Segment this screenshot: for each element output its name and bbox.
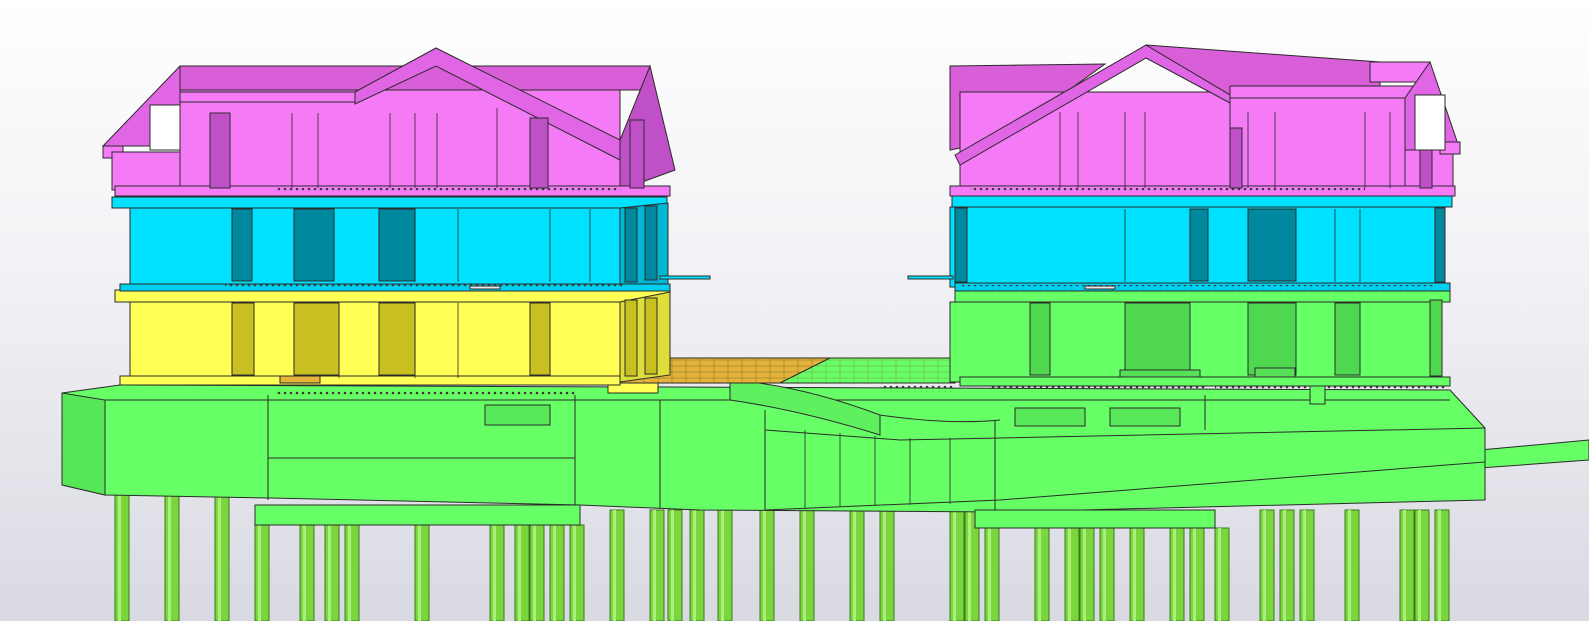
pile-29 xyxy=(1099,527,1115,621)
pile-highlight xyxy=(1083,528,1086,621)
pile-4 xyxy=(254,524,270,621)
pile-highlight xyxy=(1348,510,1351,621)
pile-highlight xyxy=(1283,510,1286,621)
pile-22 xyxy=(879,509,895,621)
pile-31 xyxy=(1169,527,1185,621)
pile-32 xyxy=(1189,527,1205,621)
pile-highlight xyxy=(553,525,556,621)
pile-highlight xyxy=(303,525,306,621)
pile-highlight xyxy=(1218,528,1221,621)
pile-highlight xyxy=(1418,510,1421,621)
right-upper-level[interactable] xyxy=(907,195,1453,292)
pile-highlight xyxy=(763,510,766,621)
pile-6 xyxy=(324,524,340,621)
pile-11 xyxy=(529,524,545,621)
pile-1 xyxy=(114,494,130,621)
pile-28 xyxy=(1079,527,1095,621)
pile-highlight xyxy=(518,525,521,621)
pile-highlight xyxy=(853,510,856,621)
pile-highlight xyxy=(328,525,331,621)
pile-highlight xyxy=(1068,528,1071,621)
pile-highlight xyxy=(693,510,696,621)
pile-highlight xyxy=(348,525,351,621)
pile-highlight xyxy=(1193,528,1196,621)
pile-2 xyxy=(164,494,180,621)
pile-30 xyxy=(1129,527,1145,621)
pile-highlight xyxy=(671,510,674,621)
pile-highlight xyxy=(258,525,261,621)
pile-highlight xyxy=(1038,528,1041,621)
pile-16 xyxy=(667,509,683,621)
pile-highlight xyxy=(1103,528,1106,621)
left-ground-level[interactable] xyxy=(114,289,671,386)
pile-highlight xyxy=(533,525,536,621)
right-building[interactable] xyxy=(907,44,1461,405)
pile-15 xyxy=(649,509,665,621)
pile-34 xyxy=(1259,509,1275,621)
pile-highlight xyxy=(1133,528,1136,621)
pile-highlight xyxy=(1173,528,1176,621)
pile-26 xyxy=(1034,527,1050,621)
right-roof-level[interactable] xyxy=(949,44,1461,197)
pile-highlight xyxy=(573,525,576,621)
pile-19 xyxy=(759,509,775,621)
pile-27 xyxy=(1064,527,1080,621)
3d-model-viewport[interactable] xyxy=(0,0,1589,621)
pile-highlight xyxy=(418,525,421,621)
pile-25 xyxy=(984,527,1000,621)
pile-39 xyxy=(1414,509,1430,621)
pile-18 xyxy=(717,509,733,621)
pile-36 xyxy=(1299,509,1315,621)
foundation-slab[interactable] xyxy=(61,379,1589,529)
pile-highlight xyxy=(721,510,724,621)
pile-highlight xyxy=(968,510,971,621)
pile-highlight xyxy=(493,525,496,621)
pile-9 xyxy=(489,524,505,621)
pile-highlight xyxy=(1438,510,1441,621)
pile-13 xyxy=(569,524,585,621)
pile-23 xyxy=(949,509,965,621)
pile-3 xyxy=(214,494,230,621)
left-upper-level[interactable] xyxy=(111,196,711,292)
pile-highlight xyxy=(1403,510,1406,621)
pile-highlight xyxy=(168,495,171,621)
pile-37 xyxy=(1344,509,1360,621)
pile-10 xyxy=(514,524,530,621)
pile-highlight xyxy=(1263,510,1266,621)
pile-20 xyxy=(799,509,815,621)
pile-highlight xyxy=(953,510,956,621)
pile-7 xyxy=(344,524,360,621)
left-roof-level[interactable] xyxy=(101,47,676,197)
pile-highlight xyxy=(988,528,991,621)
pile-highlight xyxy=(883,510,886,621)
pile-17 xyxy=(689,509,705,621)
pile-21 xyxy=(849,509,865,621)
pile-12 xyxy=(549,524,565,621)
pile-highlight xyxy=(1303,510,1306,621)
pile-highlight xyxy=(803,510,806,621)
pile-highlight xyxy=(118,495,121,621)
pile-33 xyxy=(1214,527,1230,621)
pile-highlight xyxy=(613,510,616,621)
left-building[interactable] xyxy=(101,47,711,386)
pile-8 xyxy=(414,524,430,621)
pile-highlight xyxy=(653,510,656,621)
pile-35 xyxy=(1279,509,1295,621)
pile-highlight xyxy=(218,495,221,621)
model-canvas[interactable] xyxy=(0,0,1589,621)
pile-5 xyxy=(299,524,315,621)
pile-38 xyxy=(1399,509,1415,621)
pile-40 xyxy=(1434,509,1450,621)
pile-14 xyxy=(609,509,625,621)
